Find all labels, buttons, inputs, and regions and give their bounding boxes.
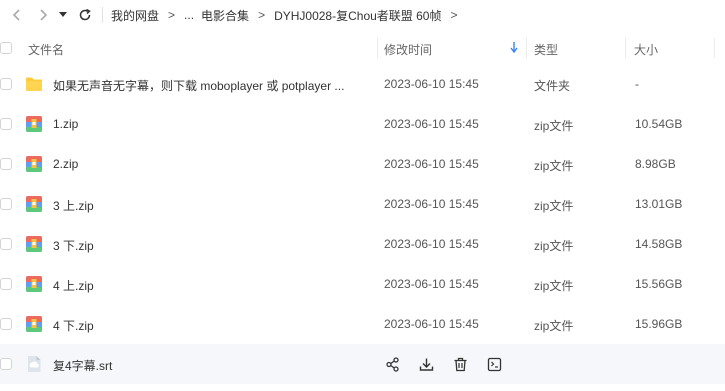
file-date: 2023-06-10 15:45 <box>384 77 479 91</box>
file-name: 3 上.zip <box>53 199 94 213</box>
forward-arrow-icon[interactable] <box>32 4 54 26</box>
file-name: 2.zip <box>53 157 79 171</box>
column-header-name[interactable]: 文件名 <box>28 41 64 58</box>
list-item[interactable]: 2.zip 2023-06-10 15:45 zip文件 8.98GB <box>0 144 725 184</box>
sort-descending-icon[interactable] <box>510 42 518 56</box>
row-checkbox[interactable] <box>0 78 12 90</box>
file-size: 8.98GB <box>635 157 676 171</box>
file-name: 4 下.zip <box>53 319 94 333</box>
refresh-icon[interactable] <box>74 4 96 26</box>
toolbar-divider <box>102 7 103 23</box>
subtitle-file-icon <box>28 356 41 372</box>
back-arrow-icon[interactable] <box>6 4 28 26</box>
file-name: 复4字幕.srt <box>53 359 113 373</box>
file-type: zip文件 <box>534 279 574 293</box>
file-size: - <box>635 77 639 91</box>
row-checkbox[interactable] <box>0 238 12 250</box>
file-name: 3 下.zip <box>53 239 94 253</box>
more-actions-icon[interactable] <box>486 356 503 373</box>
toolbar: 我的网盘 > ... 电影合集 > DYHJ0028-复Chou者联盟 60帧 … <box>0 0 725 30</box>
zip-archive-icon <box>26 116 42 132</box>
file-name: 4 上.zip <box>53 279 94 293</box>
file-size: 13.01GB <box>635 197 683 211</box>
zip-archive-icon <box>26 316 42 332</box>
column-divider <box>714 38 715 58</box>
file-date: 2023-06-10 15:45 <box>384 157 479 171</box>
file-type: zip文件 <box>534 159 574 173</box>
select-all-checkbox[interactable] <box>0 42 12 54</box>
list-item[interactable]: 3 下.zip 2023-06-10 15:45 zip文件 14.58GB <box>0 224 725 264</box>
column-header-size[interactable]: 大小 <box>634 41 658 58</box>
breadcrumb-separator: > <box>450 8 458 22</box>
list-item[interactable]: 1.zip 2023-06-10 15:45 zip文件 10.54GB <box>0 104 725 144</box>
breadcrumb-ellipsis[interactable]: ... <box>184 8 194 22</box>
breadcrumb: 我的网盘 > ... 电影合集 > DYHJ0028-复Chou者联盟 60帧 … <box>111 7 467 24</box>
list-item-hovered[interactable]: 复4字幕.srt <box>0 344 725 384</box>
file-type: zip文件 <box>534 239 574 253</box>
column-divider <box>526 38 527 58</box>
zip-archive-icon <box>26 196 42 212</box>
folder-icon <box>26 77 42 91</box>
download-icon[interactable] <box>418 356 435 373</box>
history-dropdown-icon[interactable] <box>56 4 70 26</box>
list-item[interactable]: 如果无声音无字幕，则下载 moboplayer 或 potplayer ... … <box>0 64 725 104</box>
zip-archive-icon <box>26 156 42 172</box>
list-item[interactable]: 4 下.zip 2023-06-10 15:45 zip文件 15.96GB <box>0 304 725 344</box>
row-checkbox[interactable] <box>0 158 12 170</box>
row-checkbox[interactable] <box>0 278 12 290</box>
file-date: 2023-06-10 15:45 <box>384 197 479 211</box>
file-name: 1.zip <box>53 117 79 131</box>
file-date: 2023-06-10 15:45 <box>384 277 479 291</box>
breadcrumb-separator: > <box>258 8 266 22</box>
row-checkbox[interactable] <box>0 358 12 370</box>
file-date: 2023-06-10 15:45 <box>384 317 479 331</box>
column-divider <box>625 38 626 58</box>
delete-icon[interactable] <box>452 356 469 373</box>
file-date: 2023-06-10 15:45 <box>384 237 479 251</box>
file-type: 文件夹 <box>534 79 571 93</box>
breadcrumb-my-drive[interactable]: 我的网盘 <box>111 7 159 24</box>
file-date: 2023-06-10 15:45 <box>384 117 479 131</box>
file-type: zip文件 <box>534 319 574 333</box>
file-size: 14.58GB <box>635 237 683 251</box>
list-item[interactable]: 4 上.zip 2023-06-10 15:45 zip文件 15.56GB <box>0 264 725 304</box>
column-divider <box>377 38 378 58</box>
row-actions <box>384 356 503 373</box>
file-name: 如果无声音无字幕，则下载 moboplayer 或 potplayer ... <box>53 79 345 93</box>
row-checkbox[interactable] <box>0 118 12 130</box>
column-header-type[interactable]: 类型 <box>534 41 558 58</box>
breadcrumb-current-folder[interactable]: DYHJ0028-复Chou者联盟 60帧 <box>274 7 441 24</box>
share-icon[interactable] <box>384 356 401 373</box>
file-size: 10.54GB <box>635 117 683 131</box>
file-size: 15.56GB <box>635 277 683 291</box>
file-type: zip文件 <box>534 199 574 213</box>
file-type: zip文件 <box>534 119 574 133</box>
zip-archive-icon <box>26 236 42 252</box>
column-header-modified[interactable]: 修改时间 <box>384 41 432 58</box>
breadcrumb-movie-collection[interactable]: 电影合集 <box>201 7 249 24</box>
row-checkbox[interactable] <box>0 198 12 210</box>
file-list-header: 文件名 修改时间 类型 大小 <box>0 34 725 62</box>
list-item[interactable]: 3 上.zip 2023-06-10 15:45 zip文件 13.01GB <box>0 184 725 224</box>
breadcrumb-separator: > <box>168 8 176 22</box>
zip-archive-icon <box>26 276 42 292</box>
row-checkbox[interactable] <box>0 318 12 330</box>
file-size: 15.96GB <box>635 317 683 331</box>
